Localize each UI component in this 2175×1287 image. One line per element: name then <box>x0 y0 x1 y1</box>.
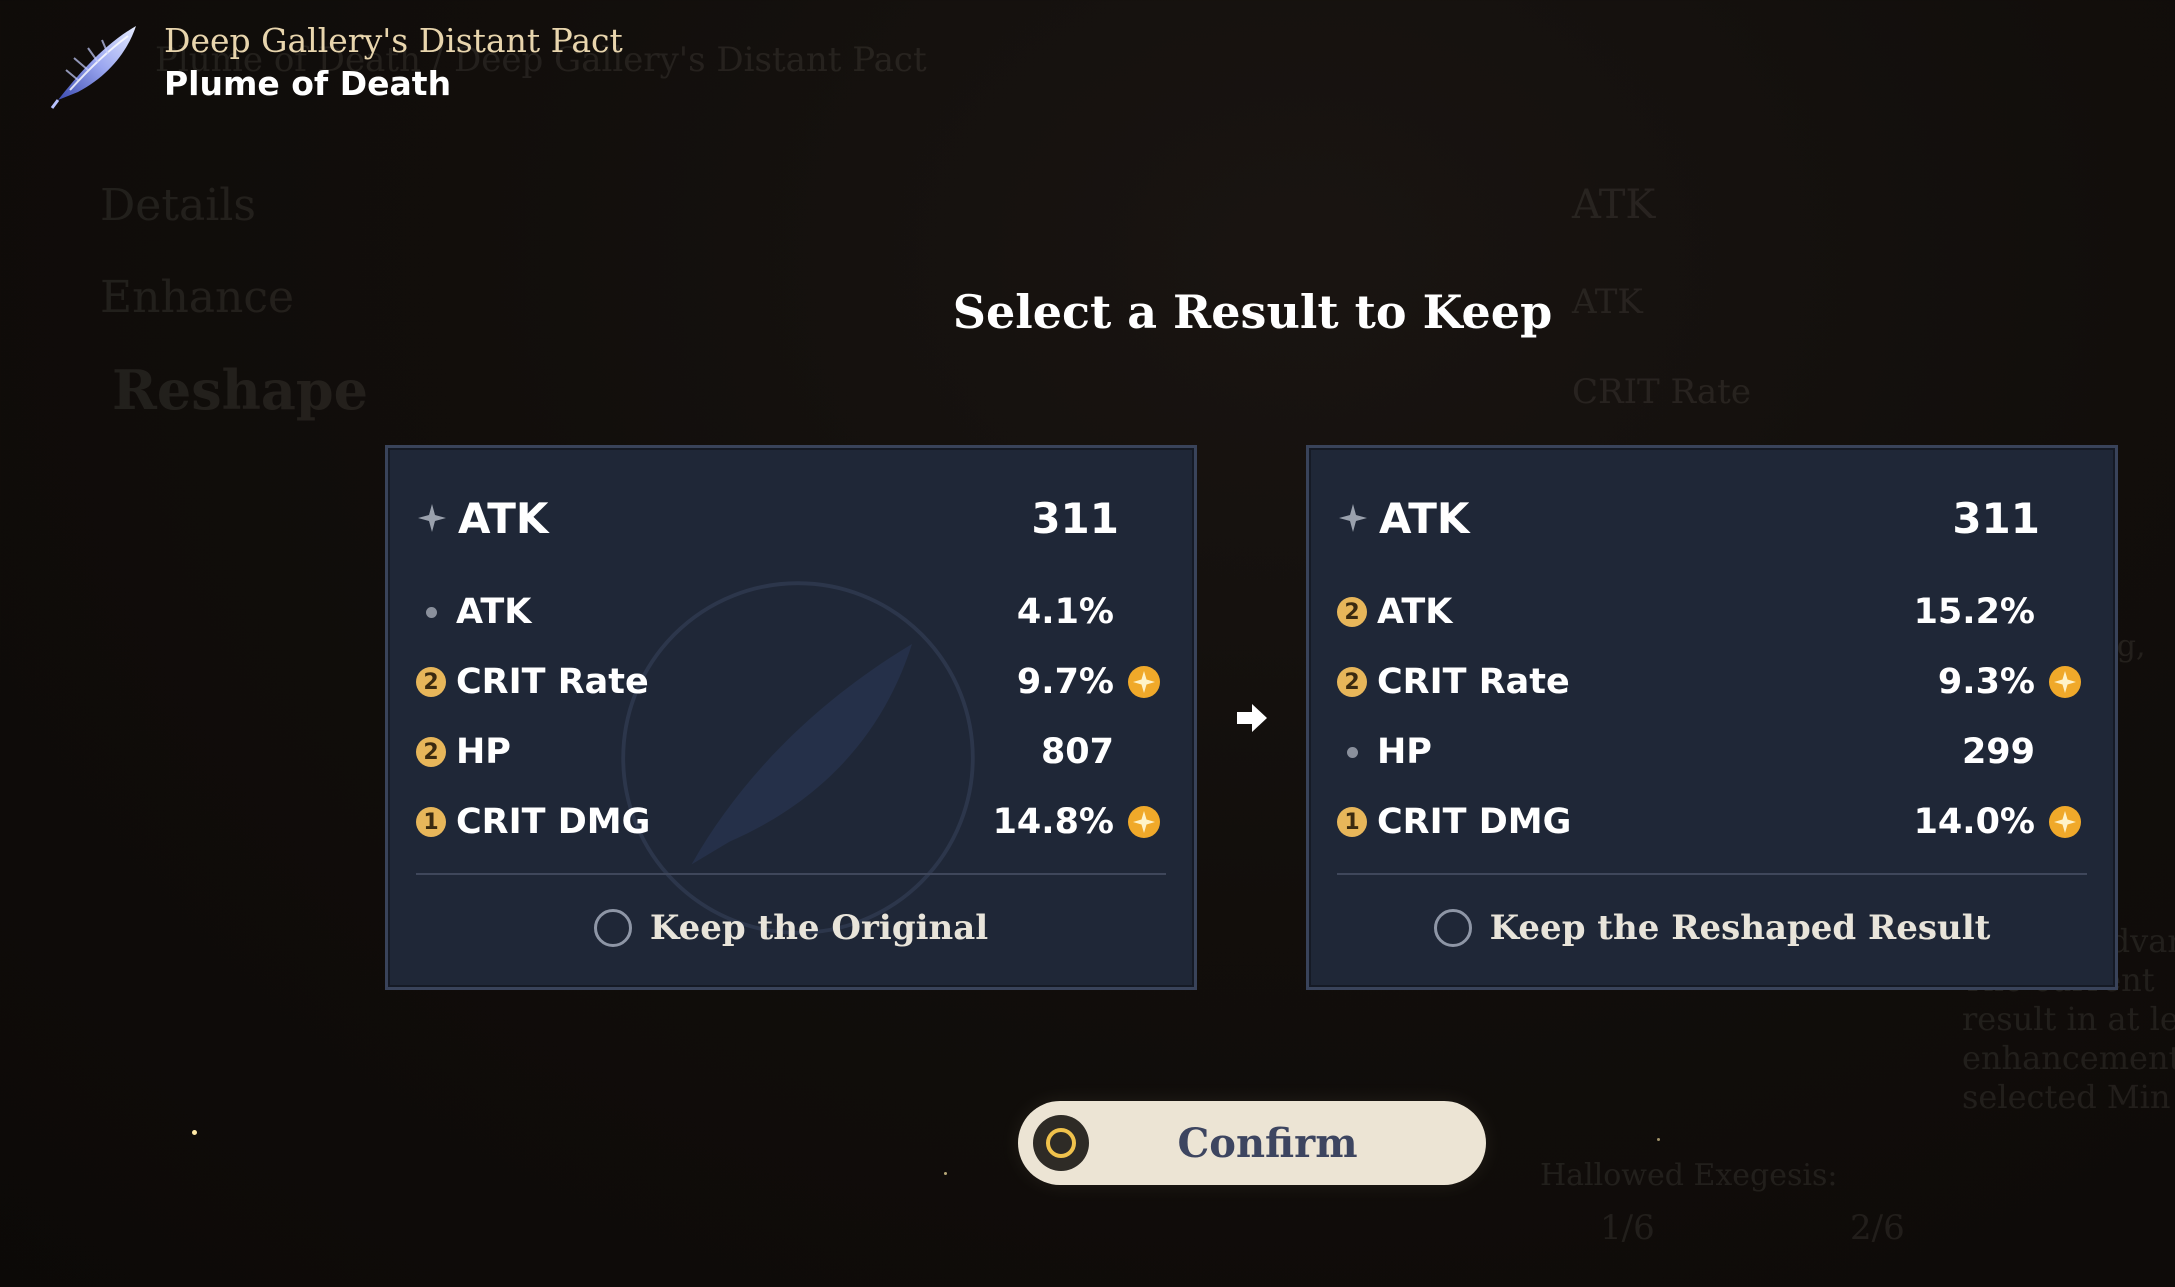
sparkle <box>192 1130 197 1135</box>
substat-value: 14.8% <box>992 802 1114 842</box>
empty-slot <box>1122 590 1166 634</box>
substat-value: 9.7% <box>1016 662 1114 702</box>
main-stat-row: ATK 311 <box>416 488 1119 548</box>
sparkle <box>1657 1138 1660 1141</box>
substat-value: 14.0% <box>1913 802 2035 842</box>
highlight-star-icon <box>1122 660 1166 704</box>
empty-slot <box>2043 730 2087 774</box>
highlight-star-icon <box>2043 660 2087 704</box>
substat-row: 1 CRIT DMG 14.0% <box>1337 794 2087 850</box>
substat-label: CRIT DMG <box>456 802 651 842</box>
highlight-star-icon <box>1122 800 1166 844</box>
substat-row: 2 ATK 15.2% <box>1337 584 2087 640</box>
roll-level-badge: 1 <box>1337 807 1367 837</box>
highlight-star-icon <box>2043 800 2087 844</box>
empty-slot <box>1122 730 1166 774</box>
main-stat-label: ATK <box>1379 493 1470 543</box>
substat-label: CRIT Rate <box>1377 662 1570 702</box>
page-title: Select a Result to Keep <box>952 285 1553 339</box>
keep-reshaped-label: Keep the Reshaped Result <box>1489 908 1991 948</box>
radio-button[interactable] <box>593 909 632 947</box>
main-stat-star-icon <box>1339 504 1367 532</box>
confirm-button[interactable]: Confirm <box>1018 1101 1486 1185</box>
substat-row: 2 HP 807 <box>416 724 1166 780</box>
feather-icon <box>48 20 148 110</box>
confirm-label: Confirm <box>1177 1119 1358 1167</box>
sparkle <box>944 1172 947 1175</box>
substat-label: ATK <box>456 592 532 632</box>
substat-row: 2 CRIT Rate 9.3% <box>1337 654 2087 710</box>
substat-value: 807 <box>1040 732 1114 772</box>
artifact-header: Deep Gallery's Distant Pact Plume of Dea… <box>48 20 623 110</box>
reshaped-result-card[interactable]: ATK 311 2 ATK 15.2% 2 CRIT Rate 9.3% HP … <box>1306 445 2118 990</box>
divider <box>1337 873 2087 875</box>
main-stat-value: 311 <box>1031 493 1119 543</box>
main-stat-star-icon <box>418 504 446 532</box>
roll-level-badge: 2 <box>416 737 446 767</box>
substat-value: 9.3% <box>1937 662 2035 702</box>
keep-original-option[interactable]: Keep the Original <box>388 898 1194 958</box>
keep-original-label: Keep the Original <box>649 908 989 948</box>
main-stat-value: 311 <box>1952 493 2040 543</box>
artifact-set-name: Deep Gallery's Distant Pact <box>164 21 623 60</box>
artifact-piece-name: Plume of Death <box>164 64 452 103</box>
substat-label: ATK <box>1377 592 1453 632</box>
roll-level-badge: 1 <box>416 807 446 837</box>
roll-dot-icon <box>1337 737 1367 767</box>
substat-row: 1 CRIT DMG 14.8% <box>416 794 1166 850</box>
roll-level-badge: 2 <box>1337 667 1367 697</box>
roll-level-badge: 2 <box>1337 597 1367 627</box>
substat-row: ATK 4.1% <box>416 584 1166 640</box>
arrow-right-icon <box>1237 704 1267 732</box>
substat-value: 299 <box>1961 732 2035 772</box>
substat-label: HP <box>1377 732 1432 772</box>
substat-row: 2 CRIT Rate 9.7% <box>416 654 1166 710</box>
divider <box>416 873 1166 875</box>
main-stat-row: ATK 311 <box>1337 488 2040 548</box>
keep-reshaped-option[interactable]: Keep the Reshaped Result <box>1309 898 2115 958</box>
main-stat-label: ATK <box>458 493 549 543</box>
substat-value: 4.1% <box>1016 592 1114 632</box>
substat-label: CRIT DMG <box>1377 802 1572 842</box>
roll-dot-icon <box>416 597 446 627</box>
substat-row: HP 299 <box>1337 724 2087 780</box>
radio-button[interactable] <box>1433 909 1472 947</box>
roll-level-badge: 2 <box>416 667 446 697</box>
empty-slot <box>2043 590 2087 634</box>
confirm-circle-icon <box>1033 1115 1089 1171</box>
substat-value: 15.2% <box>1913 592 2035 632</box>
original-result-card[interactable]: ATK 311 ATK 4.1% 2 CRIT Rate 9.7% 2 HP 8… <box>385 445 1197 990</box>
substat-label: HP <box>456 732 511 772</box>
substat-label: CRIT Rate <box>456 662 649 702</box>
